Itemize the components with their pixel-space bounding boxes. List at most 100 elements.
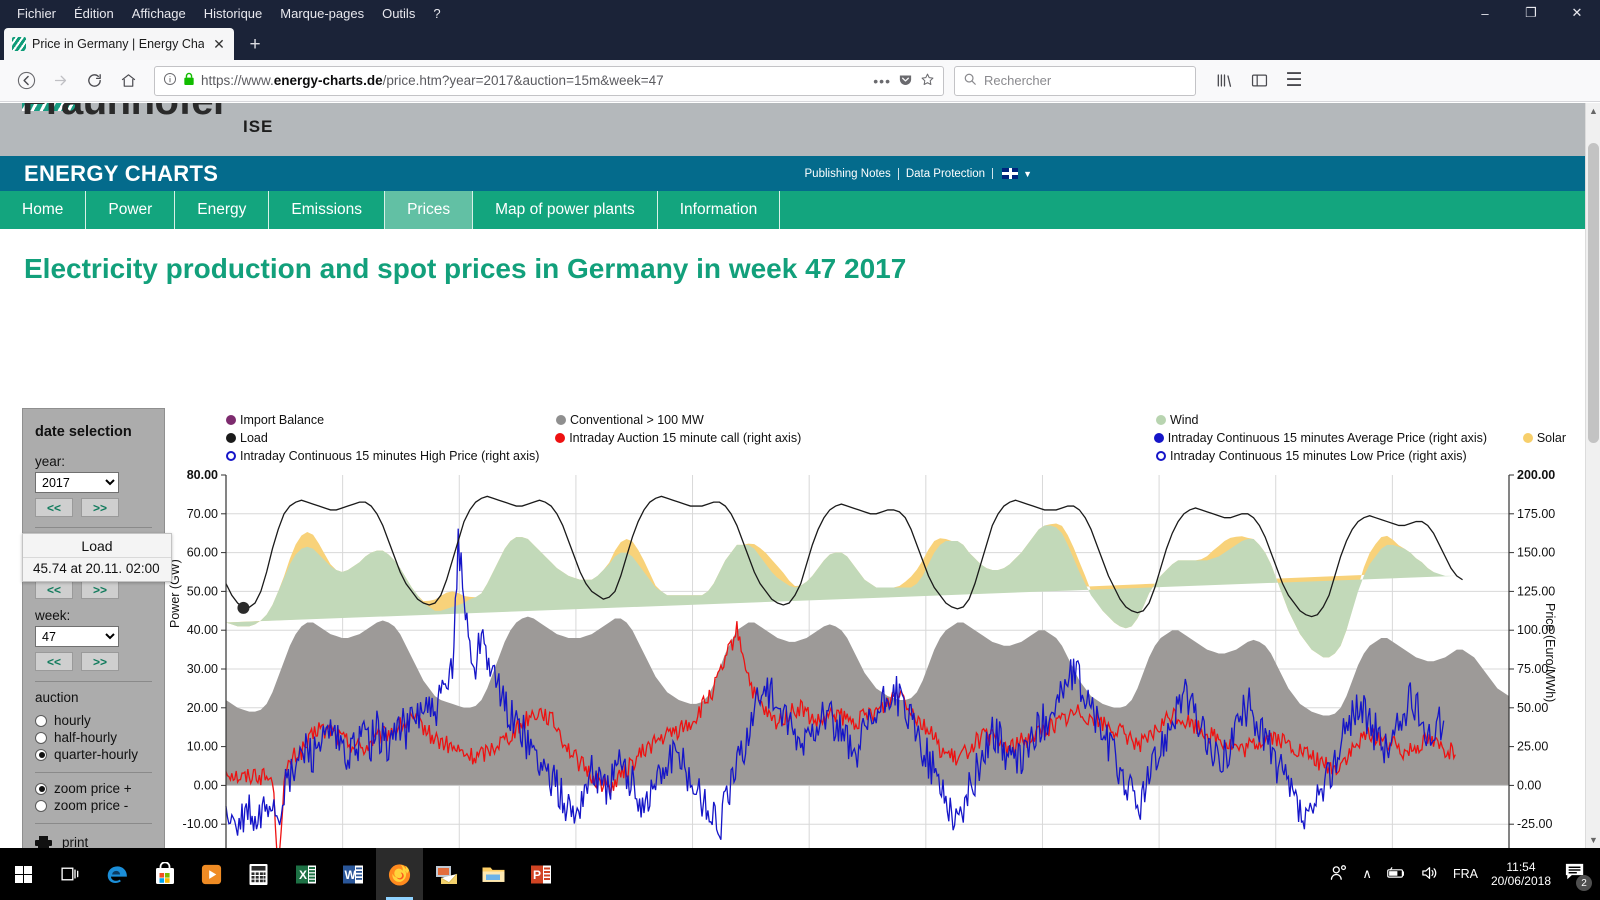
legend-item-intraday-auction[interactable]: Intraday Auction 15 minute call (right a… — [555, 431, 1154, 445]
start-button[interactable] — [0, 848, 47, 900]
task-view-button[interactable] — [47, 848, 94, 900]
svg-text:175.00: 175.00 — [1517, 507, 1555, 521]
auction-option-hourly[interactable]: hourly — [35, 713, 152, 728]
pocket-icon[interactable] — [898, 72, 913, 90]
mail-icon[interactable] — [423, 848, 470, 900]
chart-tooltip: Load 45.74 at 20.11. 02:00 — [22, 533, 172, 582]
menu-item-bookmarks[interactable]: Marque-pages — [271, 4, 373, 23]
nav-item-power[interactable]: Power — [86, 191, 176, 229]
movies-tv-icon[interactable] — [188, 848, 235, 900]
notifications-button[interactable]: 2 — [1564, 862, 1592, 891]
legend-item-intraday-low[interactable]: Intraday Continuous 15 minutes Low Price… — [1156, 449, 1467, 463]
legend-swatch — [556, 415, 566, 425]
new-tab-button[interactable]: + — [240, 30, 270, 60]
menu-item-tools[interactable]: Outils — [373, 4, 424, 23]
divider — [35, 772, 152, 773]
tooltip-title: Load — [81, 538, 113, 554]
word-icon[interactable]: W — [329, 848, 376, 900]
week-next-button[interactable]: >> — [81, 652, 119, 671]
legend-swatch — [226, 433, 236, 443]
edge-icon[interactable] — [94, 848, 141, 900]
zoom-price-plus-option[interactable]: zoom price + — [35, 781, 152, 796]
page-scrollbar[interactable]: ▲ ▼ — [1585, 103, 1600, 848]
sidebar-toggle-icon[interactable] — [1243, 66, 1275, 96]
data-protection-link[interactable]: Data Protection — [899, 168, 992, 180]
chart-container: Import Balance Conventional > 100 MW Win… — [168, 403, 1568, 848]
nav-item-energy[interactable]: Energy — [175, 191, 270, 229]
legend-item-wind[interactable]: Wind — [1156, 413, 1198, 427]
back-button[interactable] — [10, 66, 42, 96]
show-hidden-icons-chevron[interactable]: ∧ — [1362, 866, 1372, 882]
publishing-notes-link[interactable]: Publishing Notes — [798, 167, 899, 180]
page-actions-icon[interactable]: ••• — [873, 73, 891, 89]
auction-option-quarter-hourly[interactable]: quarter-hourly — [35, 747, 152, 762]
print-action[interactable]: print — [35, 835, 152, 848]
volume-icon[interactable] — [1420, 865, 1440, 884]
energy-charts-banner: ENERGY CHARTS Publishing Notes Data Prot… — [0, 156, 1600, 191]
close-button[interactable]: ✕ — [1554, 0, 1600, 26]
reload-button[interactable] — [78, 66, 110, 96]
bookmark-star-icon[interactable] — [920, 72, 935, 90]
chevron-down-icon: ▼ — [1023, 168, 1032, 179]
file-explorer-icon[interactable] — [470, 848, 517, 900]
minimize-button[interactable]: – — [1462, 0, 1508, 26]
library-icon[interactable] — [1208, 66, 1240, 96]
printer-icon — [35, 836, 52, 848]
menu-item-file[interactable]: Fichier — [8, 4, 65, 23]
scroll-up-icon[interactable]: ▲ — [1586, 103, 1600, 119]
browser-window: Fichier Édition Affichage Historique Mar… — [0, 0, 1600, 900]
battery-icon[interactable] — [1385, 866, 1407, 883]
menu-item-help[interactable]: ? — [424, 4, 449, 23]
legend-item-load[interactable]: Load — [226, 431, 555, 445]
microsoft-store-icon[interactable] — [141, 848, 188, 900]
tab-close-icon[interactable]: ✕ — [210, 35, 228, 53]
zoom-price-minus-option[interactable]: zoom price - — [35, 798, 152, 813]
week-select[interactable]: 47 — [35, 626, 119, 647]
language-indicator[interactable]: FRA — [1453, 867, 1478, 881]
app-menu-icon[interactable]: ☰ — [1278, 66, 1310, 96]
home-button[interactable] — [112, 66, 144, 96]
powerpoint-icon[interactable]: P — [517, 848, 564, 900]
nav-item-information[interactable]: Information — [658, 191, 781, 229]
legend-item-solar[interactable]: Solar — [1522, 431, 1566, 445]
people-icon[interactable] — [1329, 864, 1349, 885]
legend-swatch — [226, 415, 236, 425]
month-prev-button[interactable]: << — [35, 580, 73, 599]
year-select[interactable]: 2017 — [35, 472, 119, 493]
clock-time: 11:54 — [1506, 860, 1536, 874]
nav-item-prices[interactable]: Prices — [385, 191, 474, 229]
auction-option-half-hourly[interactable]: half-hourly — [35, 730, 152, 745]
legend-item-intraday-average[interactable]: Intraday Continuous 15 minutes Average P… — [1153, 431, 1523, 445]
taskbar-clock[interactable]: 11:54 20/06/2018 — [1491, 860, 1551, 888]
language-selector[interactable]: ▼ — [992, 168, 1032, 179]
excel-icon[interactable]: X — [282, 848, 329, 900]
search-bar[interactable]: Rechercher — [954, 65, 1196, 96]
browser-tab[interactable]: Price in Germany | Energy Char ✕ — [4, 28, 234, 60]
nav-item-map[interactable]: Map of power plants — [473, 191, 658, 229]
week-prev-button[interactable]: << — [35, 652, 73, 671]
year-next-button[interactable]: >> — [81, 498, 119, 517]
url-bar[interactable]: https://www.energy-charts.de/price.htm?y… — [154, 65, 944, 96]
month-next-button[interactable]: >> — [81, 580, 119, 599]
chart-plot[interactable]: 80.00 200.00 70.00 175.00 60.00 150.00 50.00 12… — [168, 403, 1568, 848]
legend-swatch — [1156, 415, 1166, 425]
zoom-option-label: zoom price + — [54, 781, 132, 796]
maximize-button[interactable]: ❐ — [1508, 0, 1554, 26]
legend-item-conventional[interactable]: Conventional > 100 MW — [556, 413, 1156, 427]
tab-title: Price in Germany | Energy Char — [32, 37, 204, 51]
nav-item-home[interactable]: Home — [0, 191, 87, 229]
menu-item-view[interactable]: Affichage — [123, 4, 195, 23]
menu-item-edit[interactable]: Édition — [65, 4, 123, 23]
scrollbar-thumb[interactable] — [1588, 143, 1599, 443]
legend-label: Load — [240, 431, 268, 445]
legend-item-import-balance[interactable]: Import Balance — [226, 413, 556, 427]
calculator-icon[interactable] — [235, 848, 282, 900]
menu-item-history[interactable]: Historique — [195, 4, 272, 23]
year-prev-button[interactable]: << — [35, 498, 73, 517]
search-placeholder: Rechercher — [984, 73, 1052, 88]
firefox-icon[interactable] — [376, 848, 423, 900]
page-info-icon[interactable] — [163, 72, 177, 89]
scroll-down-icon[interactable]: ▼ — [1586, 832, 1600, 848]
legend-item-intraday-high[interactable]: Intraday Continuous 15 minutes High Pric… — [226, 449, 1156, 463]
nav-item-emissions[interactable]: Emissions — [269, 191, 386, 229]
